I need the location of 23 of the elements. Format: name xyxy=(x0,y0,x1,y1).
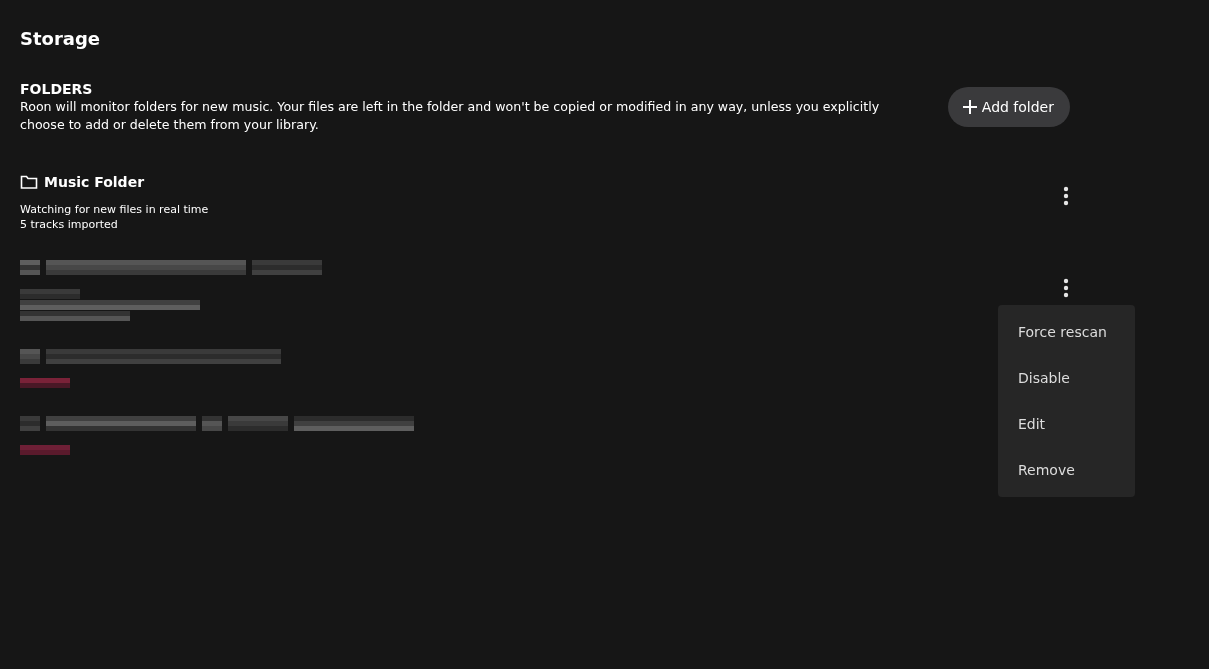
menu-item[interactable]: Edit xyxy=(998,401,1135,447)
folder-icon xyxy=(20,174,38,190)
menu-item[interactable]: Disable xyxy=(998,355,1135,401)
pixelated-text xyxy=(228,416,288,431)
folder-name: Music Folder xyxy=(44,174,145,190)
section-description: Roon will monitor folders for new music. Your files are left in the folder and won't be copied or modified in any way, unless you explicitly choose to add or delete them from your library. xyxy=(20,98,881,134)
folder-status: Watching for new files in real time xyxy=(20,202,209,217)
add-folder-button[interactable]: Add folder xyxy=(947,87,1070,127)
pixelated-icon xyxy=(20,349,40,364)
pixelated-tag xyxy=(20,445,70,455)
page-title: Storage xyxy=(20,28,102,50)
menu-item[interactable]: Force rescan xyxy=(998,309,1135,355)
more-icon xyxy=(1063,278,1069,298)
more-icon xyxy=(1063,186,1069,206)
section-heading: FOLDERS xyxy=(20,80,94,98)
pixelated-tag xyxy=(20,378,70,388)
menu-item[interactable]: Remove xyxy=(998,447,1135,493)
pixelated-text xyxy=(252,260,322,275)
folder-status: 5 tracks imported xyxy=(20,217,119,232)
pixelated-text xyxy=(202,416,222,431)
pixelated-icon xyxy=(20,260,40,275)
pixelated-icon xyxy=(20,416,40,431)
plus-icon xyxy=(961,99,978,115)
